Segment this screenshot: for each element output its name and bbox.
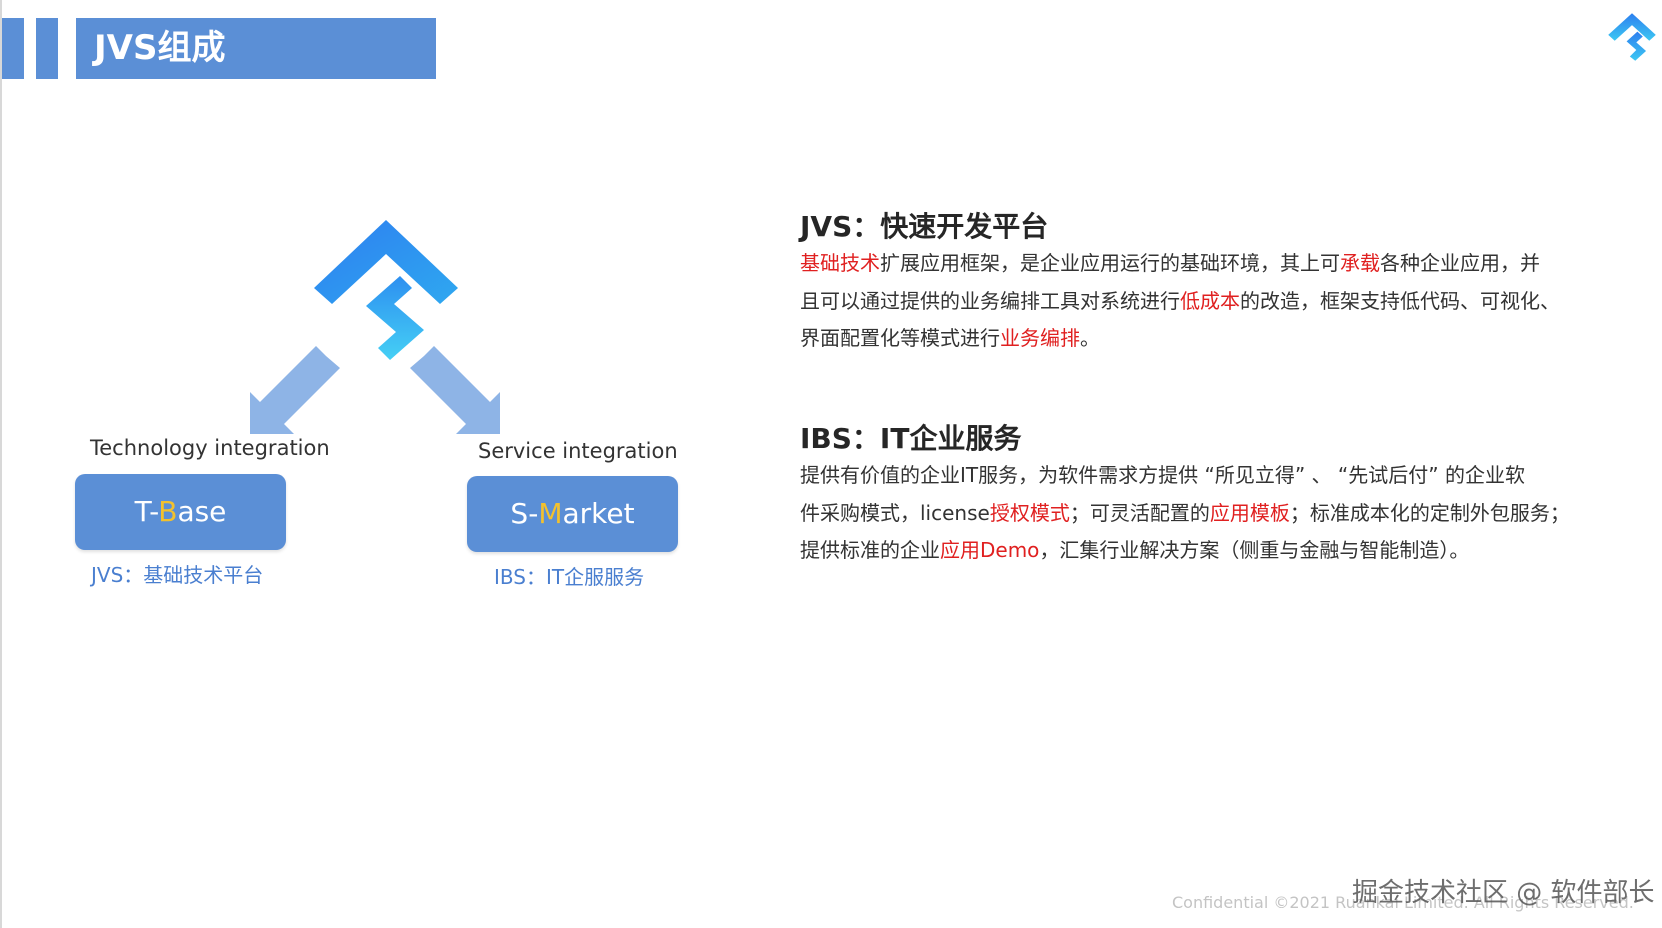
body-text: ；可灵活配置的 bbox=[1069, 500, 1210, 525]
body-text: 提供有价值的企业IT服务，为软件需求方提供 “所见立得” 、 “先试后付” 的企… bbox=[800, 463, 1525, 487]
ibs-section-title: IBS：IT企业服务 bbox=[800, 422, 1022, 455]
body-text: 的改造，框架支持低代码、可视化、 bbox=[1240, 288, 1560, 313]
jvs-logo-icon bbox=[1608, 13, 1656, 61]
body-text: 且可以通过提供的业务编排工具对系统进行 bbox=[800, 288, 1180, 313]
arrow-down-right-icon bbox=[410, 346, 500, 434]
body-text: 各种企业应用，并 bbox=[1380, 251, 1540, 275]
paragraph-line: 界面配置化等模式进行业务编排。 bbox=[800, 320, 1560, 358]
highlighted-text: 承载 bbox=[1340, 251, 1380, 275]
ibs-sub-label: IBS：IT企服服务 bbox=[494, 565, 645, 589]
body-text: 提供标准的企业 bbox=[800, 538, 940, 562]
paragraph-line: 基础技术扩展应用框架，是企业应用运行的基础环境，其上可承载各种企业应用，并 bbox=[800, 245, 1560, 283]
jvs-section-title: JVS：快速开发平台 bbox=[800, 210, 1049, 243]
header-accent-bar bbox=[2, 18, 24, 79]
highlighted-text: 基础技术 bbox=[800, 251, 880, 275]
service-integration-caption: Service integration bbox=[478, 439, 678, 463]
technology-integration-caption: Technology integration bbox=[90, 436, 330, 460]
highlighted-text: 授权模式 bbox=[989, 500, 1070, 525]
highlighted-text: 应用模板 bbox=[1209, 500, 1290, 525]
paragraph-line: 提供有价值的企业IT服务，为软件需求方提供 “所见立得” 、 “先试后付” 的企… bbox=[800, 457, 1570, 495]
ibs-section-body: 提供有价值的企业IT服务，为软件需求方提供 “所见立得” 、 “先试后付” 的企… bbox=[800, 457, 1570, 570]
highlighted-text: 应用Demo bbox=[940, 538, 1040, 562]
arrow-down-left-icon bbox=[250, 346, 340, 434]
body-text: 件采购模式，license bbox=[800, 500, 990, 525]
t-base-box: T-Base bbox=[75, 474, 286, 550]
s-market-box: S-Market bbox=[467, 476, 678, 552]
body-text: 扩展应用框架，是企业应用运行的基础环境，其上可 bbox=[880, 251, 1340, 275]
header-accent-bar bbox=[36, 18, 58, 79]
jvs-sub-label: JVS：基础技术平台 bbox=[91, 563, 264, 587]
slide-title: JVS组成 bbox=[76, 18, 436, 79]
body-text: ；标准成本化的定制外包服务； bbox=[1289, 500, 1570, 525]
paragraph-line: 件采购模式，license授权模式；可灵活配置的应用模板；标准成本化的定制外包服… bbox=[800, 495, 1570, 533]
highlighted-text: 业务编排 bbox=[1000, 326, 1080, 350]
watermark: 掘金技术社区 @ 软件部长 bbox=[1352, 878, 1655, 908]
body-text: 。 bbox=[1080, 326, 1100, 350]
highlighted-text: 低成本 bbox=[1180, 288, 1240, 313]
slide-left-edge bbox=[0, 0, 2, 928]
jvs-section-body: 基础技术扩展应用框架，是企业应用运行的基础环境，其上可承载各种企业应用，并 且可以… bbox=[800, 245, 1560, 358]
paragraph-line: 提供标准的企业应用Demo，汇集行业解决方案（侧重与金融与智能制造）。 bbox=[800, 532, 1570, 570]
body-text: 界面配置化等模式进行 bbox=[800, 326, 1000, 350]
paragraph-line: 且可以通过提供的业务编排工具对系统进行低成本的改造，框架支持低代码、可视化、 bbox=[800, 283, 1560, 321]
body-text: ，汇集行业解决方案（侧重与金融与智能制造）。 bbox=[1039, 538, 1470, 562]
split-arrows bbox=[250, 346, 500, 434]
